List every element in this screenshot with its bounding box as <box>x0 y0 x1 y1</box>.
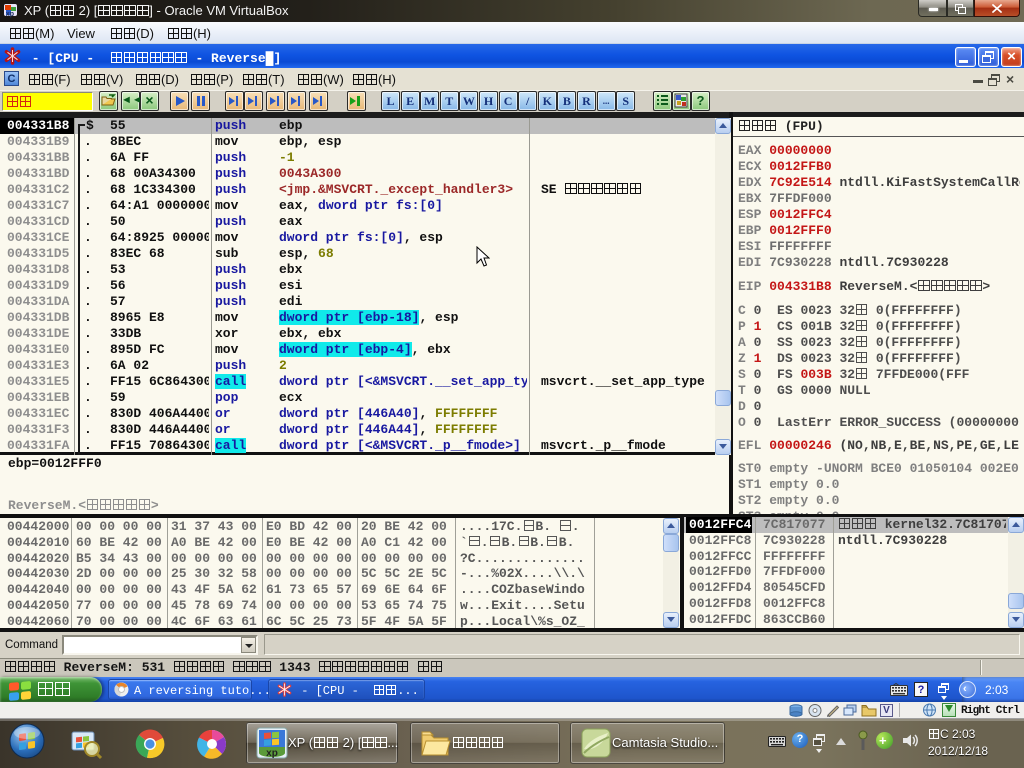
svg-text:xp: xp <box>266 748 278 759</box>
svg-text:xp: xp <box>6 11 14 18</box>
